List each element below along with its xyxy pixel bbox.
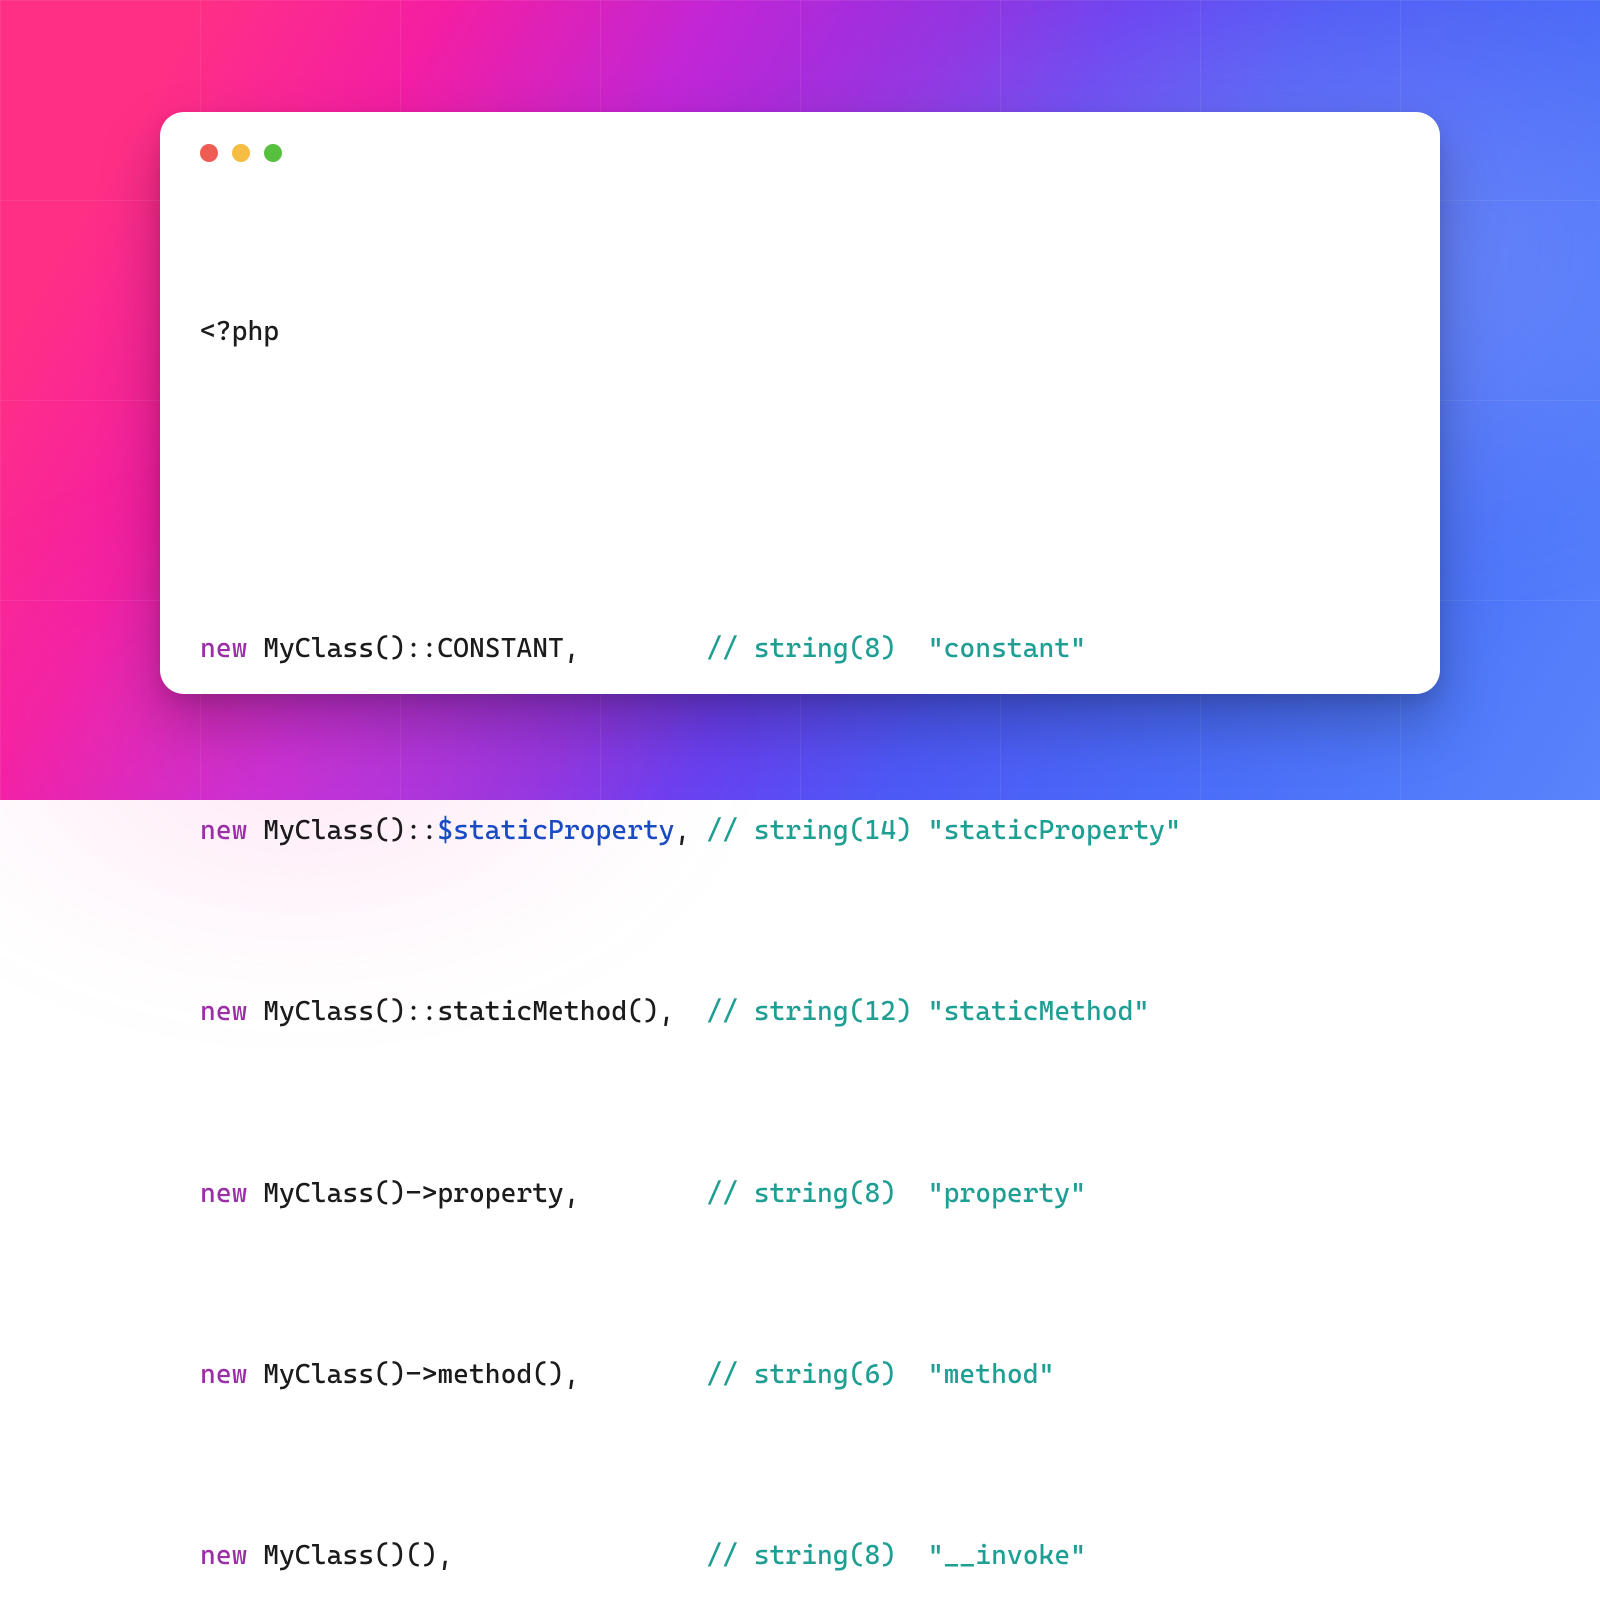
close-icon[interactable]: [200, 144, 218, 162]
window-traffic-lights: [200, 144, 282, 162]
comment-number: 12: [864, 996, 896, 1027]
padding: [580, 1359, 707, 1390]
code-text: MyClass()(),: [247, 1540, 453, 1571]
comment: // string(14) "staticProperty": [706, 815, 1181, 846]
paren-open: (: [849, 815, 865, 846]
padding: [453, 1540, 706, 1571]
comment-slashes: //: [706, 1540, 738, 1571]
padding: [896, 1540, 928, 1571]
keyword-new: new: [200, 996, 247, 1027]
keyword-new: new: [200, 815, 247, 846]
paren-open: (: [849, 1178, 865, 1209]
code-text: MyClass()->property,: [247, 1178, 579, 1209]
code-blank-line: [200, 445, 1400, 490]
code-line: new MyClass()->method(), // string(6) "m…: [200, 1352, 1400, 1397]
comment: // string(12) "staticMethod": [706, 996, 1149, 1027]
comment-string: "staticProperty": [928, 815, 1181, 846]
code-line: new MyClass()::$staticProperty, // strin…: [200, 808, 1400, 853]
keyword-new: new: [200, 1178, 247, 1209]
comment-slashes: //: [706, 815, 738, 846]
paren-close: ): [880, 633, 896, 664]
padding: [896, 1359, 928, 1390]
comment-string: "constant": [928, 633, 1086, 664]
comment-number: 6: [864, 1359, 880, 1390]
zoom-icon[interactable]: [264, 144, 282, 162]
code-text: MyClass()::: [247, 815, 437, 846]
comment-number: 8: [864, 1178, 880, 1209]
code-text: MyClass()::CONSTANT,: [247, 633, 579, 664]
padding: [580, 633, 707, 664]
comment: // string(8) "property": [706, 1178, 1086, 1209]
comment-string: "property": [928, 1178, 1086, 1209]
comment-func: string: [738, 633, 849, 664]
variable: $staticProperty: [437, 815, 674, 846]
keyword-new: new: [200, 633, 247, 664]
code-line: new MyClass()->property, // string(8) "p…: [200, 1171, 1400, 1216]
comment-func: string: [738, 1178, 849, 1209]
padding: [896, 633, 928, 664]
padding: [912, 996, 928, 1027]
comment-slashes: //: [706, 1178, 738, 1209]
paren-close: ): [880, 1359, 896, 1390]
comment-func: string: [738, 1540, 849, 1571]
comment-number: 8: [864, 1540, 880, 1571]
code-text: ,: [675, 815, 691, 846]
keyword-new: new: [200, 1540, 247, 1571]
comment-number: 14: [865, 815, 897, 846]
paren-close: ): [880, 1178, 896, 1209]
padding: [912, 815, 928, 846]
code-text: MyClass()->method(),: [247, 1359, 579, 1390]
code-line: new MyClass()(), // string(8) "__invoke": [200, 1533, 1400, 1578]
keyword-new: new: [200, 1359, 247, 1390]
comment-func: string: [738, 996, 849, 1027]
comment-func: string: [738, 815, 849, 846]
comment: // string(8) "__invoke": [706, 1540, 1086, 1571]
code-line: <?php: [200, 309, 1400, 354]
paren-close: ): [896, 996, 912, 1027]
paren-open: (: [849, 1540, 865, 1571]
comment-number: 8: [864, 633, 880, 664]
padding: [675, 996, 707, 1027]
comment: // string(6) "method": [706, 1359, 1054, 1390]
paren-open: (: [849, 633, 865, 664]
code-text: MyClass()::staticMethod(),: [247, 996, 674, 1027]
paren-open: (: [849, 1359, 865, 1390]
comment-string: "method": [928, 1359, 1055, 1390]
padding: [580, 1178, 707, 1209]
paren-close: ): [896, 815, 912, 846]
padding: [690, 815, 706, 846]
code-line: new MyClass()::staticMethod(), // string…: [200, 989, 1400, 1034]
comment-slashes: //: [706, 996, 738, 1027]
comment-slashes: //: [706, 633, 738, 664]
comment-slashes: //: [706, 1359, 738, 1390]
comment: // string(8) "constant": [706, 633, 1086, 664]
minimize-icon[interactable]: [232, 144, 250, 162]
paren-close: ): [880, 1540, 896, 1571]
comment-string: "staticMethod": [928, 996, 1149, 1027]
comment-func: string: [738, 1359, 849, 1390]
code-window: <?php new MyClass()::CONSTANT, // string…: [160, 112, 1440, 694]
comment-string: "__invoke": [928, 1540, 1086, 1571]
padding: [896, 1178, 928, 1209]
php-open-tag: <?php: [200, 316, 279, 347]
code-block: <?php new MyClass()::CONSTANT, // string…: [200, 218, 1400, 1600]
paren-open: (: [849, 996, 865, 1027]
code-line: new MyClass()::CONSTANT, // string(8) "c…: [200, 626, 1400, 671]
